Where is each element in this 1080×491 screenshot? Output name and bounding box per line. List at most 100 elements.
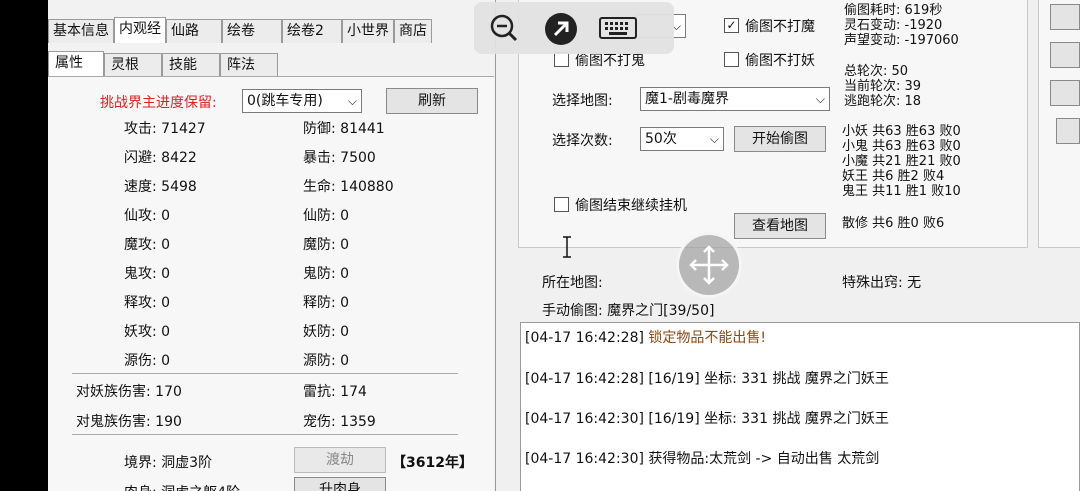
chevron-down-icon: ⌵ (815, 92, 825, 106)
log-message: 锁定物品不能出售! (648, 330, 767, 346)
special-label: 特殊出窍: 无 (842, 275, 922, 291)
log-line: [04-17 16:42:28] 锁定物品不能出售! (525, 327, 766, 347)
stat-source-damage: 源伤: 0 (124, 353, 171, 369)
log-line: [04-17 16:42:30] [16/19] 坐标: 331 挑战 魔界之门… (525, 408, 889, 428)
stat-dodge: 闪避: 8422 (124, 150, 197, 166)
tab-basic-info[interactable]: 基本信息 (48, 19, 114, 43)
stat-xian-defense: 仙防: 0 (303, 208, 350, 224)
reputation-change: 声望变动: -197060 (844, 33, 959, 48)
stat-mo-defense: 魔防: 0 (303, 237, 350, 253)
no-yao-checkbox[interactable] (724, 52, 739, 67)
chevron-down-icon: ⌵ (347, 94, 357, 108)
steal-time: 偷图耗时: 619秒 (844, 3, 943, 18)
spirit-stone-change: 灵石变动: -1920 (844, 18, 943, 33)
zoom-out-icon[interactable] (488, 12, 520, 44)
stat-xian-attack: 仙攻: 0 (124, 208, 171, 224)
stat-vs-yao-damage: 对妖族伤害: 170 (76, 384, 182, 400)
tab-skills[interactable]: 技能 (162, 53, 220, 77)
attributes-panel: 挑战界主进度保留: 0(跳车专用) ⌵ 刷新 攻击: 71427 闪避: 842… (48, 76, 494, 491)
progress-select-value: 0(跳车专用) (247, 93, 323, 109)
progress-label: 挑战界主进度保留: (100, 95, 217, 111)
log-message: [16/19] 坐标: 331 挑战 魔界之门妖王 (648, 411, 889, 427)
stat-attack: 攻击: 71427 (124, 121, 206, 137)
map-select[interactable]: 魔1-剧毒魔界 ⌵ (640, 87, 830, 111)
stat-gui-defense: 鬼防: 0 (303, 266, 350, 282)
side-button-1[interactable] (1050, 4, 1080, 30)
tab-spirit-root[interactable]: 灵根 (104, 53, 162, 77)
tab-inner-sutra[interactable]: 内观经 (114, 17, 166, 43)
no-demon-checkbox[interactable]: ✓ (724, 18, 739, 33)
tab-small-world[interactable]: 小世界 (342, 19, 394, 43)
side-button-2[interactable] (1050, 42, 1080, 68)
escape-rounds: 逃跑轮次: 18 (844, 94, 922, 109)
keyboard-icon[interactable] (598, 12, 638, 44)
divider (72, 434, 458, 435)
character-panel: 基本信息 内观经 仙路 绘卷 绘卷2 小世界 商店 属性 灵根 技能 阵法 挑战… (48, 0, 496, 491)
stat-yao-attack: 妖攻: 0 (124, 324, 171, 340)
progress-select[interactable]: 0(跳车专用) ⌵ (242, 89, 362, 113)
tab-attributes[interactable]: 属性 (48, 51, 104, 77)
stat-shi-attack: 释攻: 0 (124, 295, 171, 311)
no-yao-label: 偷图不打妖 (745, 53, 815, 69)
side-button-4[interactable] (1056, 118, 1080, 144)
refresh-button[interactable]: 刷新 (386, 88, 478, 114)
stat-source-defense: 源防: 0 (303, 353, 350, 369)
stat-crit: 暴击: 7500 (303, 150, 376, 166)
no-ghost-checkbox[interactable] (554, 52, 569, 67)
stat-gui-attack: 鬼攻: 0 (124, 266, 171, 282)
start-steal-button[interactable]: 开始偷图 (734, 126, 826, 152)
body-label: 肉身: 洞虚之躯4阶 (124, 482, 240, 491)
view-map-button[interactable]: 查看地图 (734, 213, 826, 239)
log-line: [04-17 16:42:28] [16/19] 坐标: 331 挑战 魔界之门… (525, 368, 889, 388)
count-label: 选择次数: (552, 133, 613, 149)
divider (72, 373, 458, 374)
tab-scroll[interactable]: 绘卷 (222, 19, 282, 43)
log-line: [04-17 16:42:30] 获得物品:太荒剑 -> 自动出售 太荒剑 (525, 448, 879, 468)
stat-yao-defense: 妖防: 0 (303, 324, 350, 340)
current-round: 当前轮次: 39 (844, 79, 922, 94)
log-panel[interactable]: [04-17 16:42:28] 锁定物品不能出售! [04-17 16:42:… (520, 322, 1080, 491)
continue-afk-checkbox[interactable] (554, 197, 569, 212)
realm-label: 境界: 洞虚3阶 (124, 455, 213, 471)
log-timestamp: [04-17 16:42:30] (525, 411, 644, 427)
body-upgrade-button[interactable]: 升肉身 (294, 477, 386, 491)
stat-shi-defense: 释防: 0 (303, 295, 350, 311)
tab-shop[interactable]: 商店 (394, 19, 432, 43)
tab-immortal-path[interactable]: 仙路 (166, 19, 222, 43)
map-select-value: 魔1-剧毒魔界 (645, 91, 729, 107)
tab-scroll-2[interactable]: 绘卷2 (282, 19, 342, 43)
continue-afk-label: 偷图结束继续挂机 (575, 198, 687, 214)
main-tabs: 基本信息 内观经 仙路 绘卷 绘卷2 小世界 商店 (48, 17, 432, 43)
result-small-mo: 小魔 共21 胜21 败0 (842, 154, 961, 169)
stat-thunder-resist: 雷抗: 174 (303, 384, 367, 400)
map-steal-panel: ⌵ ✓ 偷图不打魔 偷图不打鬼 偷图不打妖 选择地图: 魔1-剧毒魔界 ⌵ 选择… (496, 0, 1080, 491)
stat-vs-gui-damage: 对鬼族伤害: 190 (76, 414, 182, 430)
tribulation-button[interactable]: 渡劫 (294, 447, 386, 473)
result-small-gui: 小鬼 共63 胜63 败0 (842, 139, 961, 154)
location-label: 所在地图: (542, 275, 603, 291)
log-message: 获得物品:太荒剑 -> 自动出售 太荒剑 (648, 451, 880, 467)
stat-defense: 防御: 81441 (303, 121, 385, 137)
tab-formation[interactable]: 阵法 (220, 53, 278, 77)
log-message: [16/19] 坐标: 331 挑战 魔界之门妖王 (648, 371, 889, 387)
result-yao-king: 妖王 共6 胜2 败4 (842, 169, 945, 184)
chevron-down-icon: ⌵ (709, 132, 719, 146)
stat-hp: 生命: 140880 (303, 179, 394, 195)
floating-toolbar (474, 2, 674, 54)
result-small-yao: 小妖 共63 胜63 败0 (842, 124, 961, 139)
result-sanxiu: 散修 共6 胜0 败6 (842, 216, 945, 231)
count-select[interactable]: 50次 ⌵ (640, 127, 724, 151)
count-select-value: 50次 (645, 131, 677, 147)
move-handle-icon[interactable] (676, 232, 742, 298)
no-demon-label: 偷图不打魔 (745, 19, 815, 35)
text-cursor-icon (561, 236, 573, 262)
side-button-3[interactable] (1050, 80, 1080, 106)
map-label: 选择地图: (552, 93, 613, 109)
stat-pet-damage: 宠伤: 1359 (303, 414, 376, 430)
stat-mo-attack: 魔攻: 0 (124, 237, 171, 253)
result-gui-king: 鬼王 共11 胜1 败10 (842, 184, 961, 199)
remote-disconnect-icon[interactable] (544, 12, 577, 45)
realm-years: 【3612年】 (392, 455, 473, 471)
log-timestamp: [04-17 16:42:30] (525, 451, 644, 467)
log-timestamp: [04-17 16:42:28] (525, 330, 644, 346)
